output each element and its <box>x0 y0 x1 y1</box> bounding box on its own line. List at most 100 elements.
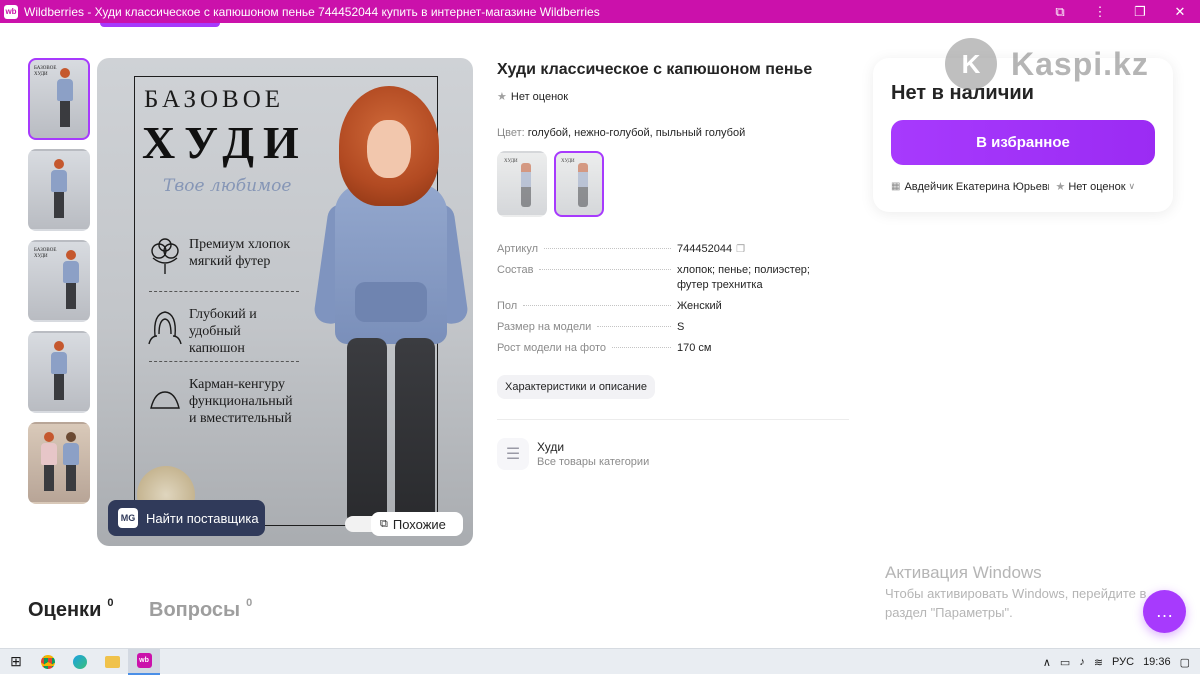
category-name: Худи <box>537 439 565 454</box>
thumbnail-figure <box>51 159 67 221</box>
property-key: Рост модели на фото <box>497 342 607 354</box>
find-supplier-button[interactable]: MG Найти поставщика <box>108 500 265 536</box>
extensions-icon[interactable]: ⧉ <box>1040 0 1080 23</box>
feature-cotton: Премиум хлопок мягкий футер <box>145 236 290 276</box>
thumbnail-caption: БАЗОВОЕ ХУДИ <box>34 248 57 259</box>
seller-name: Авдейчик Екатерина Юрьевна <box>904 180 1050 193</box>
battery-icon[interactable]: ▭ <box>1060 656 1070 669</box>
characteristics-button[interactable]: Характеристики и описание <box>497 375 655 399</box>
property-key: Артикул <box>497 243 539 255</box>
notifications-icon[interactable]: ▢ <box>1180 656 1190 669</box>
language-indicator[interactable]: РУС <box>1112 656 1134 668</box>
thumbnail-figure <box>63 250 79 312</box>
gallery-thumbnails: БАЗОВОЕ ХУДИ БАЗОВОЕ ХУДИ <box>28 58 90 513</box>
gallery-thumbnail[interactable] <box>28 422 90 504</box>
property-value: хлопок; пенье; полиэстер; футер трехнитк… <box>677 264 810 291</box>
tab-questions[interactable]: Вопросы 0 <box>149 597 252 622</box>
thumbnail-caption: БАЗОВОЕ ХУДИ <box>34 66 57 77</box>
chat-bubble-icon: … <box>1155 601 1174 621</box>
window-controls: ⧉ ⋮ ❐ ✕ <box>1040 0 1200 23</box>
property-value: 744452044 <box>677 243 733 255</box>
tab-count: 0 <box>246 597 253 609</box>
property-row: Состав хлопок; пенье; полиэстер; футер т… <box>497 263 837 293</box>
activation-line: Чтобы активировать Windows, перейдите в <box>885 586 1147 601</box>
pocket-icon <box>150 391 180 409</box>
feature-hood: Глубокий и удобный капюшон <box>145 306 257 357</box>
star-icon: ★ <box>1055 181 1066 193</box>
gallery-thumbnail[interactable]: БАЗОВОЕ ХУДИ <box>28 58 90 140</box>
thumbnail-figure <box>63 432 79 494</box>
product-rating[interactable]: ★ Нет оценок <box>497 90 569 104</box>
property-value: S <box>677 321 685 333</box>
wifi-icon[interactable]: ≋ <box>1094 656 1103 669</box>
category-link[interactable]: ☰ Худи Все товары категории <box>497 438 649 470</box>
thumbnail-figure <box>41 432 57 494</box>
chevron-down-icon: ∨ <box>1128 181 1136 191</box>
color-swatch-selected[interactable]: ХУДИ <box>554 151 604 217</box>
tab-label: Оценки <box>28 599 102 621</box>
property-row: Артикул 744452044 ❐ <box>497 242 837 257</box>
gallery-thumbnail[interactable] <box>28 149 90 231</box>
window-title: Wildberries - Худи классическое с капюшо… <box>24 4 600 19</box>
color-value: голубой, нежно-голубой, пыльный голубой <box>527 127 746 139</box>
property-value: Женский <box>677 300 722 312</box>
color-line: Цвет: голубой, нежно-голубой, пыльный го… <box>497 127 745 139</box>
kaspi-watermark: K Kaspi.kz <box>945 38 1149 90</box>
clock[interactable]: 19:36 <box>1143 656 1171 668</box>
section-divider <box>497 419 849 420</box>
shop-icon: ▦ <box>891 181 901 192</box>
feature-divider <box>149 361 299 362</box>
find-supplier-label: Найти поставщика <box>146 510 259 526</box>
image-hoodie-word: ХУДИ <box>142 117 308 168</box>
swatch-figure <box>521 163 531 207</box>
feature-text: Глубокий и удобный капюшон <box>189 307 257 356</box>
similar-button[interactable]: ⧉ Похожие <box>371 512 463 536</box>
kaspi-logo-icon: K <box>945 38 997 90</box>
feature-pocket: Карман-кенгуру функциональный и вместите… <box>145 376 293 427</box>
gallery-thumbnail[interactable]: БАЗОВОЕ ХУДИ <box>28 240 90 322</box>
close-icon[interactable]: ✕ <box>1160 0 1200 23</box>
color-swatch[interactable]: ХУДИ <box>497 151 547 217</box>
hood-icon <box>148 311 182 345</box>
windows-taskbar: ⊞ wb ∧ ▭ ♪ ≋ РУС 19:36 ▢ <box>0 648 1200 675</box>
seller-rating: Нет оценок <box>1068 180 1126 193</box>
feature-text: Карман-кенгуру функциональный и вместите… <box>189 377 293 426</box>
gallery-thumbnail[interactable] <box>28 331 90 413</box>
main-product-image[interactable]: БАЗОВОЕ ХУДИ Твое любимое Премиум хлопок… <box>97 58 473 546</box>
wildberries-app-icon: wb <box>4 4 18 19</box>
wildberries-taskbar-icon[interactable]: wb <box>128 648 160 675</box>
copy-icon[interactable]: ❐ <box>736 244 745 255</box>
chrome-icon[interactable] <box>32 649 64 675</box>
menu-icon[interactable]: ⋮ <box>1080 0 1120 23</box>
property-row: Размер на модели S <box>497 320 837 335</box>
property-row: Пол Женский <box>497 299 837 314</box>
swatch-caption: ХУДИ <box>504 159 518 164</box>
property-row: Рост модели на фото 170 см <box>497 341 837 356</box>
window-titlebar: wb Wildberries - Худи классическое с кап… <box>0 0 1200 23</box>
color-label: Цвет: <box>497 127 525 139</box>
mg-logo-icon: MG <box>118 508 138 528</box>
category-sub: Все товары категории <box>537 455 650 468</box>
tab-reviews[interactable]: Оценки 0 <box>28 597 113 622</box>
similar-search-icon: ⧉ <box>380 517 388 530</box>
activation-line: раздел "Параметры". <box>885 605 1013 620</box>
star-icon: ★ <box>497 91 507 103</box>
chat-button[interactable]: … <box>1143 590 1186 633</box>
property-key: Размер на модели <box>497 321 592 333</box>
system-tray: ∧ ▭ ♪ ≋ РУС 19:36 ▢ <box>1034 649 1190 675</box>
rating-text: Нет оценок <box>510 90 569 103</box>
volume-icon[interactable]: ♪ <box>1079 656 1085 668</box>
tab-count: 0 <box>107 597 114 609</box>
windows-activation-notice: Активация Windows Чтобы активировать Win… <box>885 563 1146 621</box>
seller-line[interactable]: ▦ Авдейчик Екатерина Юрьевна ★ Нет оцено… <box>891 180 1161 194</box>
product-properties: Артикул 744452044 ❐ Состав хлопок; пенье;… <box>497 242 837 362</box>
edge-icon[interactable] <box>64 649 96 675</box>
restore-icon[interactable]: ❐ <box>1120 0 1160 23</box>
add-to-favorites-button[interactable]: В избранное <box>891 120 1155 165</box>
activation-title: Активация Windows <box>885 563 1042 582</box>
image-subtitle: Твое любимое <box>163 176 292 196</box>
windows-start-icon[interactable]: ⊞ <box>0 649 32 675</box>
file-explorer-icon[interactable] <box>96 649 128 675</box>
cotton-icon <box>151 238 179 274</box>
tray-chevron-icon[interactable]: ∧ <box>1043 656 1051 669</box>
